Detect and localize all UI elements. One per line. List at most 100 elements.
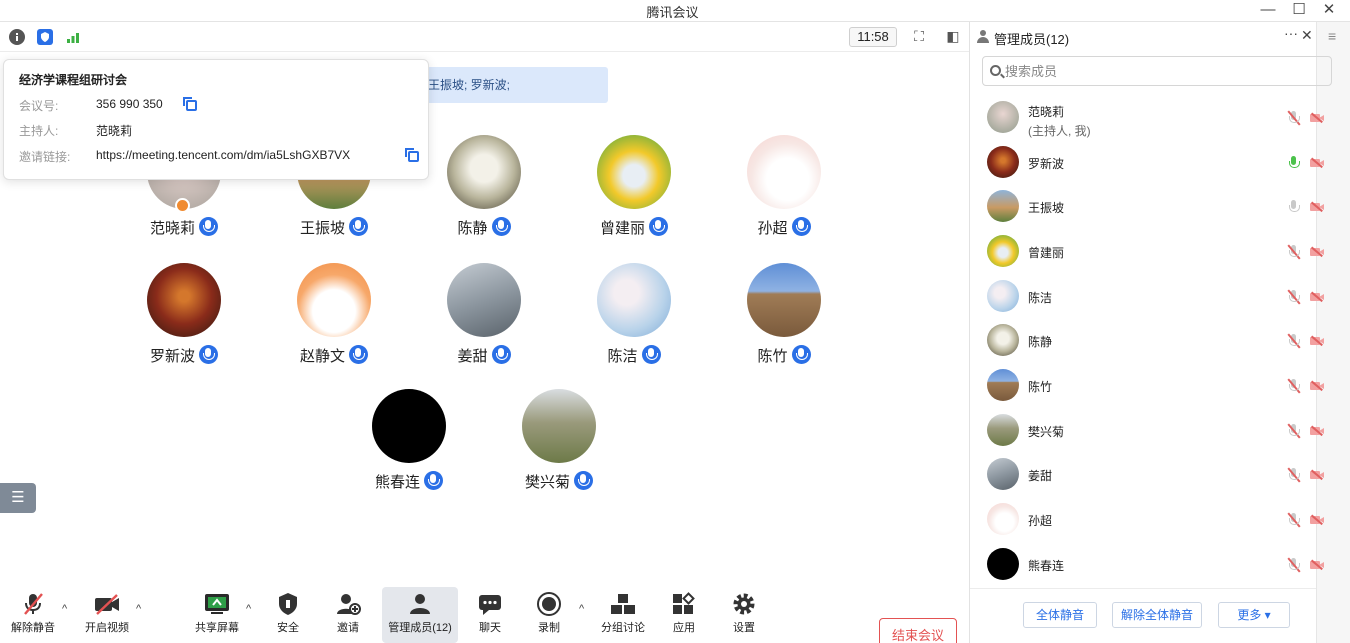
invite-link-label: 邀请链接:: [19, 150, 71, 164]
menu-icon[interactable]: ≡: [1328, 28, 1336, 44]
maximize-button[interactable]: ☐: [1285, 0, 1313, 22]
avatar: [987, 503, 1019, 535]
panel-header: 管理成员(12) ··· ✕: [970, 22, 1350, 52]
mic-muted-icon: [349, 345, 368, 364]
mic-muted-icon[interactable]: [1287, 557, 1301, 573]
member-name: 熊春连: [1028, 559, 1065, 573]
more-options-icon[interactable]: ···: [1284, 25, 1298, 41]
camera-off-icon[interactable]: [1310, 514, 1324, 526]
apps-button[interactable]: 应用: [662, 587, 706, 643]
shield-icon[interactable]: [37, 29, 53, 45]
member-row[interactable]: 王振坡: [970, 185, 1324, 229]
mic-muted-icon[interactable]: [1287, 378, 1301, 394]
record-button[interactable]: 录制: [527, 587, 571, 643]
settings-button[interactable]: 设置: [722, 587, 766, 643]
member-row[interactable]: 熊春连: [970, 543, 1324, 587]
mic-icon: [199, 345, 218, 364]
participant-tile[interactable]: 孙超: [719, 135, 849, 250]
member-row[interactable]: 曾建丽: [970, 230, 1324, 274]
camera-off-icon[interactable]: [1310, 469, 1324, 481]
camera-off-icon[interactable]: [1310, 291, 1324, 303]
unmute-all-button[interactable]: 解除全体静音: [1112, 602, 1202, 628]
security-button[interactable]: 安全: [266, 587, 310, 643]
participant-tile[interactable]: 罗新波: [119, 263, 249, 378]
member-row[interactable]: 陈静: [970, 319, 1324, 363]
mute-all-button[interactable]: 全体静音: [1023, 602, 1097, 628]
member-row[interactable]: 姜甜: [970, 453, 1324, 497]
participant-tile[interactable]: 陈洁: [569, 263, 699, 378]
camera-off-icon[interactable]: [1310, 246, 1324, 258]
participant-tile[interactable]: 熊春连: [344, 389, 474, 504]
participant-tile[interactable]: 樊兴菊: [494, 389, 624, 504]
mic-muted-icon: [20, 592, 46, 616]
camera-off-icon[interactable]: [1310, 112, 1324, 124]
mic-muted-icon[interactable]: [1287, 423, 1301, 439]
meeting-id-label: 会议号:: [19, 99, 59, 113]
participant-tile[interactable]: 陈静: [419, 135, 549, 250]
copy-link-icon[interactable]: [405, 148, 419, 162]
mic-muted-icon: [491, 217, 511, 236]
participant-tile[interactable]: 陈竹: [719, 263, 849, 378]
mic-muted-icon[interactable]: [1287, 110, 1301, 126]
member-name: 陈静: [1028, 335, 1053, 349]
member-search-box[interactable]: [982, 56, 1332, 86]
video-options-chevron-icon[interactable]: ^: [136, 603, 141, 615]
member-row[interactable]: 罗新波: [970, 141, 1324, 185]
participant-tile[interactable]: 姜甜: [419, 263, 549, 378]
camera-off-icon[interactable]: [1310, 425, 1324, 437]
invite-button[interactable]: 邀请: [326, 587, 370, 643]
signal-icon[interactable]: [65, 29, 81, 45]
invite-link-value[interactable]: https://meeting.tencent.com/dm/ia5LshGXB…: [96, 148, 350, 162]
camera-off-icon[interactable]: [1310, 559, 1324, 571]
member-row[interactable]: 范晓莉 (主持人, 我): [970, 96, 1324, 140]
unmute-button[interactable]: 解除静音: [6, 587, 60, 643]
start-video-button[interactable]: 开启视频: [80, 587, 134, 643]
avatar: [747, 263, 821, 337]
mic-muted-icon: [641, 345, 661, 364]
member-row[interactable]: 陈竹: [970, 364, 1324, 408]
mic-muted-icon[interactable]: [1287, 333, 1301, 349]
member-row[interactable]: 孙超: [970, 498, 1324, 542]
share-screen-button[interactable]: 共享屏幕: [190, 587, 244, 643]
close-panel-icon[interactable]: ✕: [1301, 27, 1313, 44]
camera-off-icon[interactable]: [1310, 335, 1324, 347]
camera-off-icon[interactable]: [1310, 157, 1324, 169]
avatar: [597, 263, 671, 337]
mic-icon[interactable]: [1288, 200, 1300, 214]
close-button[interactable]: ✕: [1315, 0, 1343, 22]
participant-name: 赵静文: [269, 345, 399, 366]
record-options-chevron-icon[interactable]: ^: [579, 603, 584, 615]
minimize-button[interactable]: —: [1254, 0, 1282, 22]
info-icon[interactable]: [9, 29, 25, 45]
audio-options-chevron-icon[interactable]: ^: [62, 603, 67, 615]
chat-button[interactable]: 聊天: [468, 587, 512, 643]
end-meeting-button[interactable]: 结束会议: [879, 618, 957, 643]
camera-off-icon[interactable]: [1310, 380, 1324, 392]
participant-tile[interactable]: 赵静文: [269, 263, 399, 378]
meeting-stage: 11:58 ⛶ ◧ 王振坡; 罗新波; 经济学课程组研讨会 会议号: 356 9…: [0, 22, 969, 643]
participant-name: 陈静: [419, 217, 549, 238]
members-icon: [407, 592, 433, 616]
member-name: 樊兴菊: [1028, 425, 1065, 439]
members-icon: [977, 30, 989, 43]
copy-id-icon[interactable]: [183, 97, 197, 111]
layout-icon[interactable]: ◧: [942, 27, 964, 47]
member-row[interactable]: 陈洁: [970, 275, 1324, 319]
mic-muted-icon[interactable]: [1287, 244, 1301, 260]
mic-muted-icon[interactable]: [1287, 467, 1301, 483]
manage-members-button[interactable]: 管理成员(12): [382, 587, 458, 643]
member-row[interactable]: 樊兴菊: [970, 409, 1324, 453]
mic-muted-icon[interactable]: [1287, 289, 1301, 305]
list-view-icon[interactable]: ☰: [0, 483, 36, 513]
participant-tile[interactable]: 曾建丽: [569, 135, 699, 250]
camera-off-icon[interactable]: [1310, 201, 1324, 213]
breakout-rooms-button[interactable]: 分组讨论: [598, 587, 648, 643]
fullscreen-icon[interactable]: ⛶: [908, 27, 930, 47]
share-options-chevron-icon[interactable]: ^: [246, 603, 251, 615]
more-button[interactable]: 更多 ▾: [1218, 602, 1290, 628]
avatar: [447, 263, 521, 337]
mic-active-icon[interactable]: [1288, 156, 1300, 170]
search-input[interactable]: [1005, 63, 1305, 79]
meeting-title: 经济学课程组研讨会: [19, 73, 128, 87]
mic-muted-icon[interactable]: [1287, 512, 1301, 528]
